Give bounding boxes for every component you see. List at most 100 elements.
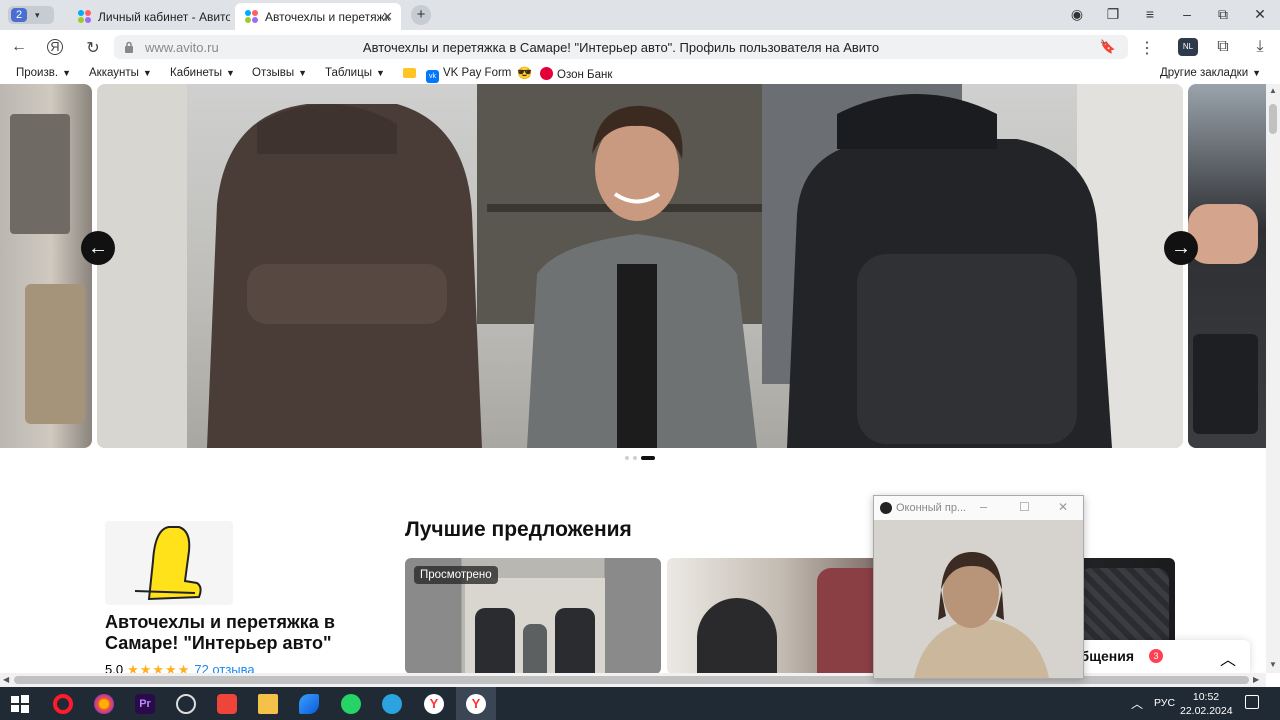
chevron-down-icon: ▼ bbox=[62, 68, 71, 78]
cloud-icon[interactable] bbox=[299, 694, 319, 714]
close-tab-icon[interactable]: ✕ bbox=[382, 9, 393, 25]
menu-icon[interactable]: ≡ bbox=[1140, 6, 1160, 22]
tab-seller-profile[interactable]: Авточехлы и перетяжк ✕ bbox=[235, 3, 401, 30]
yandex-browser-icon[interactable]: Y bbox=[424, 694, 444, 714]
carousel-slide-prev[interactable] bbox=[0, 84, 92, 448]
picture-in-picture-window[interactable]: Оконный пр... – ☐ ✕ bbox=[873, 495, 1084, 679]
carousel-dot[interactable] bbox=[625, 456, 629, 460]
tab-personal-cabinet[interactable]: Личный кабинет - Авито bbox=[68, 3, 230, 30]
keyboard-language[interactable]: РУС bbox=[1154, 697, 1175, 709]
messages-widget[interactable]: общения 3 ︿ bbox=[1072, 640, 1250, 673]
tab-counter-button[interactable]: 2 ▾ bbox=[8, 6, 54, 24]
new-tab-button[interactable]: + bbox=[411, 5, 431, 25]
tab-title: Авточехлы и перетяжк bbox=[265, 9, 390, 24]
clock[interactable]: 10:52 22.02.2024 bbox=[1180, 690, 1233, 718]
vertical-scrollbar[interactable]: ▲ ▼ bbox=[1266, 84, 1280, 673]
tab-title: Личный кабинет - Авито bbox=[98, 9, 230, 24]
yandex-icon[interactable]: Я bbox=[47, 39, 63, 55]
downloads-icon[interactable]: ⤓ bbox=[1250, 38, 1270, 56]
browser-tab-bar: 2 ▾ Личный кабинет - Авито Авточехлы и п… bbox=[0, 0, 1280, 30]
active-app-highlight[interactable]: Y bbox=[456, 687, 496, 720]
carousel-prev-button[interactable]: ← bbox=[81, 231, 115, 265]
chevron-down-icon: ▼ bbox=[1252, 68, 1262, 78]
carousel-slide-current[interactable] bbox=[97, 84, 1183, 448]
opera-icon[interactable] bbox=[53, 694, 73, 714]
viewed-badge: Просмотрено bbox=[414, 566, 498, 584]
carousel-dot-active[interactable] bbox=[641, 456, 655, 460]
collections-icon[interactable]: ❐ bbox=[1103, 6, 1123, 23]
clock-date: 22.02.2024 bbox=[1180, 705, 1233, 717]
pip-title: Оконный пр... bbox=[896, 502, 967, 514]
yandex-browser-icon: Y bbox=[466, 694, 486, 714]
seller-rating: 5.0 ★★★★★ 72 отзыва bbox=[105, 662, 255, 673]
profile-icon[interactable]: ◉ bbox=[1067, 6, 1087, 23]
reload-icon[interactable]: ↻ bbox=[83, 38, 103, 58]
anydesk-icon[interactable] bbox=[217, 694, 237, 714]
bookmark-folder-proizv[interactable]: Произв. ▼ bbox=[16, 67, 71, 79]
firefox-icon[interactable] bbox=[94, 694, 114, 714]
file-explorer-icon[interactable] bbox=[258, 694, 278, 714]
tab-count: 2 bbox=[11, 8, 27, 22]
windows-taskbar: Pr Y Y ︿ РУС 10:52 22.02.2024 bbox=[0, 687, 1280, 720]
tray-chevron-icon[interactable]: ︿ bbox=[1131, 695, 1143, 712]
windows-start-icon[interactable] bbox=[10, 694, 30, 714]
bookmark-folder-accounts[interactable]: Аккаунты ▼ bbox=[89, 67, 152, 79]
maximize-icon[interactable]: ☐ bbox=[1019, 500, 1030, 514]
rating-stars: ★★★★★ bbox=[127, 662, 191, 673]
offer-card[interactable]: Просмотрено bbox=[405, 558, 661, 673]
sunglasses-icon[interactable]: 😎 bbox=[517, 66, 532, 80]
bookmark-folder-tables[interactable]: Таблицы ▼ bbox=[325, 67, 385, 79]
carousel-next-button[interactable]: → bbox=[1164, 231, 1198, 265]
carousel-dot[interactable] bbox=[633, 456, 637, 460]
vk-icon: vk bbox=[426, 70, 439, 83]
bookmark-vk-pay[interactable]: vk VK Pay Form bbox=[426, 67, 511, 83]
chevron-down-icon: ▼ bbox=[226, 68, 235, 78]
obs-icon[interactable] bbox=[176, 694, 196, 714]
clock-time: 10:52 bbox=[1192, 691, 1220, 703]
page-title: Авточехлы и перетяжка в Самаре! "Интерье… bbox=[362, 40, 880, 55]
scroll-up-arrow[interactable]: ▲ bbox=[1269, 86, 1277, 95]
reviews-link[interactable]: 72 отзыва bbox=[194, 662, 254, 673]
bookmark-folder-reviews[interactable]: Отзывы ▼ bbox=[252, 67, 307, 79]
more-options-icon[interactable]: ⋮ bbox=[1137, 38, 1157, 58]
scrollbar-thumb[interactable] bbox=[1269, 104, 1277, 134]
best-offers-title: Лучшие предложения bbox=[405, 518, 632, 541]
extensions-puzzle-icon[interactable]: ⧉ bbox=[1213, 38, 1233, 56]
ozon-icon bbox=[540, 67, 553, 80]
minimize-icon[interactable]: – bbox=[1177, 6, 1197, 22]
premiere-icon[interactable]: Pr bbox=[135, 694, 155, 714]
scroll-down-arrow[interactable]: ▼ bbox=[1269, 660, 1277, 669]
extension-icon[interactable]: NL bbox=[1178, 38, 1198, 56]
webcam-video bbox=[874, 520, 1083, 678]
carousel-photo bbox=[97, 84, 1183, 448]
carousel-slide-next[interactable] bbox=[1188, 84, 1266, 448]
messages-count-badge: 3 bbox=[1149, 649, 1163, 663]
close-window-icon[interactable]: ✕ bbox=[1250, 6, 1270, 23]
bookmarks-bar: Произв. ▼ Аккаунты ▼ Кабинеты ▼ Отзывы ▼ Таб… bbox=[0, 64, 1280, 84]
pip-title-bar[interactable]: Оконный пр... – ☐ ✕ bbox=[874, 496, 1083, 520]
chevron-down-icon: ▼ bbox=[298, 68, 308, 78]
chevron-down-icon: ▼ bbox=[375, 68, 385, 78]
scroll-left-arrow[interactable]: ◀ bbox=[3, 675, 9, 684]
seller-logo[interactable] bbox=[105, 521, 233, 605]
bookmark-icon[interactable]: 🔖 bbox=[1100, 39, 1116, 55]
bookmark-ozon-bank[interactable]: Озон Банк bbox=[540, 67, 612, 81]
whatsapp-icon[interactable] bbox=[341, 694, 361, 714]
chevron-down-icon: ▾ bbox=[35, 9, 40, 20]
back-arrow-icon[interactable]: ← bbox=[9, 38, 29, 56]
notifications-icon[interactable] bbox=[1245, 695, 1259, 709]
restore-icon[interactable]: ⧉ bbox=[1213, 6, 1233, 23]
bookmark-folder-cabinets[interactable]: Кабинеты ▼ bbox=[170, 67, 235, 79]
scroll-right-arrow[interactable]: ▶ bbox=[1253, 675, 1259, 684]
chevron-up-icon[interactable]: ︿ bbox=[1220, 646, 1236, 670]
minimize-icon[interactable]: – bbox=[980, 499, 987, 514]
close-icon[interactable]: ✕ bbox=[1058, 500, 1068, 514]
bookmark-other[interactable]: Другие закладки ▼ bbox=[1160, 67, 1261, 79]
obs-icon bbox=[880, 502, 892, 514]
avito-icon bbox=[245, 9, 259, 24]
avito-icon bbox=[78, 9, 92, 24]
mail-icon[interactable] bbox=[403, 68, 416, 78]
address-field[interactable]: www.avito.ru Авточехлы и перетяжка в Сам… bbox=[114, 35, 1128, 59]
telegram-icon[interactable] bbox=[382, 694, 402, 714]
chevron-down-icon: ▼ bbox=[142, 68, 152, 78]
